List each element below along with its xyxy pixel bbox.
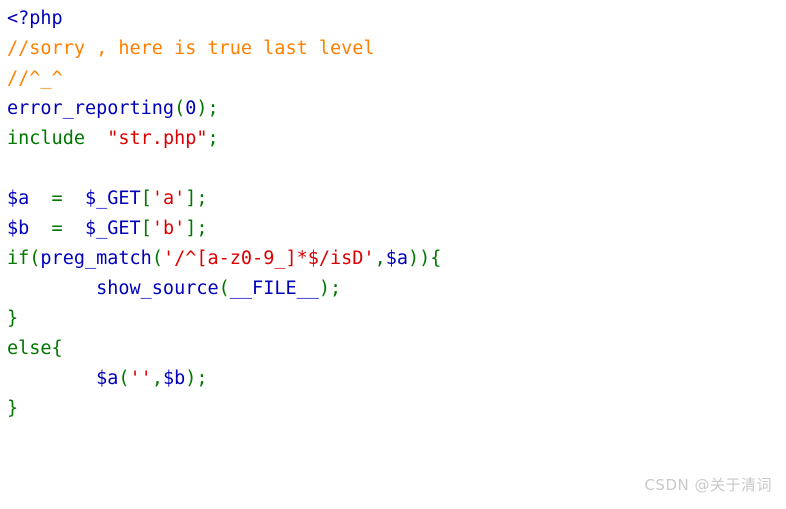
- code-token-keyword: )){: [408, 248, 442, 269]
- code-token-default: show_source: [96, 278, 219, 299]
- code-token-default: $b: [162, 368, 186, 389]
- code-token-keyword: [: [140, 188, 152, 209]
- code-token-default: error_reporting: [7, 98, 175, 119]
- code-line: show_source(__FILE__);: [7, 274, 779, 304]
- code-token-keyword: (: [218, 278, 230, 299]
- code-token-keyword: }: [7, 398, 19, 419]
- code-token-string: 'b': [151, 218, 186, 239]
- code-token-keyword: [: [140, 218, 152, 239]
- code-line: $b = $_GET['b'];: [7, 214, 779, 244]
- code-token-string: '/^[a-z0-9_]*$/isD': [162, 248, 375, 269]
- code-token-string: '': [129, 368, 152, 389]
- code-line: }: [7, 394, 779, 424]
- code-token-keyword: =: [29, 188, 85, 209]
- code-line: }: [7, 304, 779, 334]
- code-token-default: $b: [7, 218, 30, 239]
- code-line: //^_^: [7, 64, 779, 94]
- code-token-keyword: if(: [7, 248, 41, 269]
- csdn-watermark: CSDN @关于清词: [644, 476, 772, 494]
- code-line: include "str.php";: [7, 124, 779, 154]
- code-token-keyword: );: [196, 98, 219, 119]
- code-token-keyword: (: [151, 248, 163, 269]
- code-token-keyword: [7, 278, 96, 299]
- code-token-keyword: ,: [374, 248, 386, 269]
- code-token-keyword: else{: [7, 338, 63, 359]
- code-line: <?php: [7, 4, 779, 34]
- code-line: if(preg_match('/^[a-z0-9_]*$/isD',$a)){: [7, 244, 779, 274]
- code-token-keyword: (: [174, 98, 186, 119]
- code-line: //sorry , here is true last level: [7, 34, 779, 64]
- code-token-default: $_GET: [84, 218, 141, 239]
- code-token-keyword: );: [318, 278, 342, 299]
- code-token-string: "str.php": [107, 128, 208, 149]
- code-token-default: __FILE__: [229, 278, 319, 299]
- code-listing: <?php //sorry , here is true last level //…: [7, 4, 779, 424]
- code-token-default: $_GET: [84, 188, 141, 209]
- code-line: else{: [7, 334, 779, 364]
- code-token-keyword: }: [7, 308, 19, 329]
- code-line: error_reporting(0);: [7, 94, 779, 124]
- code-token-keyword: [7, 368, 96, 389]
- code-token-default: $a: [96, 368, 119, 389]
- code-token-keyword: ,: [151, 368, 163, 389]
- code-token-keyword: =: [29, 218, 85, 239]
- code-token-keyword: ];: [185, 188, 208, 209]
- code-token-comment: //^_^: [7, 68, 63, 89]
- code-token-default: preg_match: [40, 248, 152, 269]
- code-token-keyword: (: [118, 368, 130, 389]
- code-line: $a = $_GET['a'];: [7, 184, 779, 214]
- code-token-default: 0: [185, 98, 197, 119]
- code-token-comment: //sorry , here is true last level: [7, 38, 375, 59]
- code-token-keyword: );: [185, 368, 208, 389]
- code-token-keyword: ;: [207, 128, 219, 149]
- code-token-default: <?php: [7, 8, 63, 29]
- code-line: $a('',$b);: [7, 364, 779, 394]
- code-token-keyword: include: [7, 128, 108, 149]
- code-token-default: $a: [7, 188, 30, 209]
- code-token-default: $a: [385, 248, 408, 269]
- code-token-keyword: ];: [185, 218, 208, 239]
- code-token-string: 'a': [151, 188, 186, 209]
